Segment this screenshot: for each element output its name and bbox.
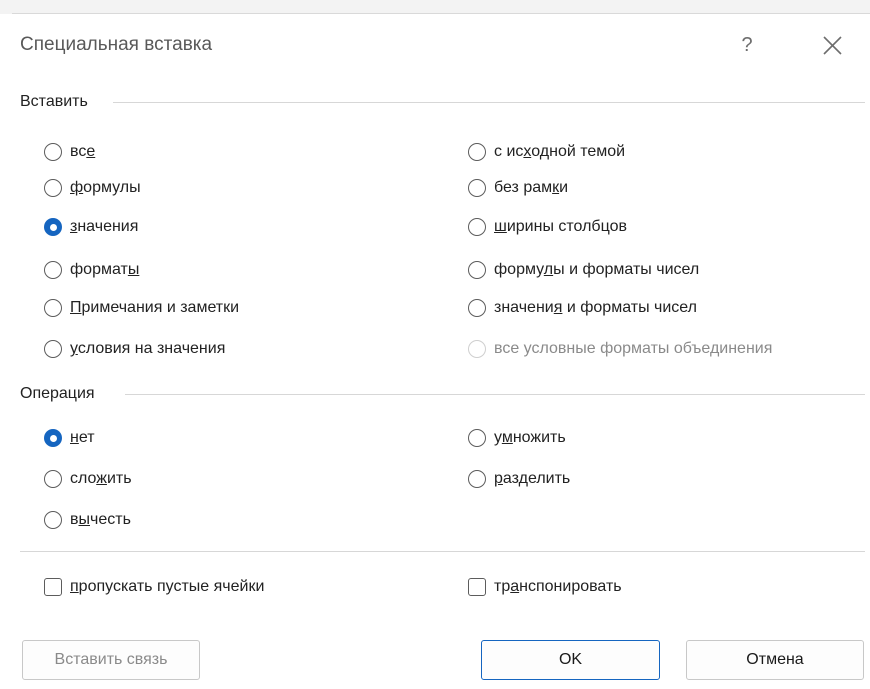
option-label: с исходной темой <box>494 143 626 160</box>
option-label: сложить <box>70 470 132 487</box>
option-label: все <box>70 143 96 160</box>
radio-button[interactable] <box>468 179 486 197</box>
operation-option-add[interactable]: сложить <box>44 467 132 491</box>
paste-option-no-borders[interactable]: без рамки <box>468 176 568 200</box>
close-button[interactable] <box>814 28 850 62</box>
radio-button[interactable] <box>44 470 62 488</box>
paste-option-merge-conditional-formats: все условные форматы объединения <box>468 337 772 361</box>
option-label: ширины столбцов <box>494 218 627 235</box>
radio-button[interactable] <box>468 299 486 317</box>
option-label: вычесть <box>70 511 131 528</box>
radio-button[interactable] <box>468 218 486 236</box>
operation-option-divide[interactable]: разделить <box>468 467 570 491</box>
dialog-title: Специальная вставка <box>20 34 213 55</box>
radio-button[interactable] <box>44 143 62 161</box>
option-label: формулы <box>70 179 141 196</box>
option-label: без рамки <box>494 179 569 196</box>
radio-button[interactable] <box>468 143 486 161</box>
paste-section-divider <box>113 102 865 103</box>
options-divider <box>20 551 865 552</box>
radio-button-selected[interactable] <box>44 218 62 236</box>
paste-option-values-number-formats[interactable]: значения и форматы чисел <box>468 296 697 320</box>
option-label: значения и форматы чисел <box>494 299 697 316</box>
close-icon <box>823 36 842 55</box>
paste-option-formulas-number-formats[interactable]: формулы и форматы чисел <box>468 258 699 282</box>
option-label: условия на значения <box>70 340 226 357</box>
radio-button[interactable] <box>44 261 62 279</box>
option-label: формулы и форматы чисел <box>494 261 700 278</box>
paste-option-values[interactable]: значения <box>44 215 138 239</box>
ok-button[interactable]: OK <box>481 640 660 680</box>
radio-button-disabled <box>468 340 486 358</box>
operation-option-none[interactable]: нет <box>44 426 95 450</box>
paste-special-dialog: Специальная вставка ? Вставить все форму… <box>0 0 870 689</box>
operation-section-label: Операция <box>20 385 95 402</box>
title-bar: Специальная вставка ? <box>12 14 870 78</box>
option-label: значения <box>70 218 139 235</box>
paste-option-comments[interactable]: Примечания и заметки <box>44 296 239 320</box>
radio-button[interactable] <box>44 299 62 317</box>
checkbox[interactable] <box>44 578 62 596</box>
option-label: пропускать пустые ячейки <box>70 578 265 595</box>
background-strip <box>0 0 870 14</box>
skip-blanks-checkbox[interactable]: пропускать пустые ячейки <box>44 575 264 599</box>
paste-option-formats[interactable]: форматы <box>44 258 139 282</box>
operation-option-multiply[interactable]: умножить <box>468 426 566 450</box>
radio-button[interactable] <box>44 340 62 358</box>
paste-option-validation[interactable]: условия на значения <box>44 337 225 361</box>
radio-button[interactable] <box>468 429 486 447</box>
paste-option-all[interactable]: все <box>44 140 95 164</box>
option-label: все условные форматы объединения <box>494 340 773 357</box>
option-label: Примечания и заметки <box>70 299 240 316</box>
paste-option-column-widths[interactable]: ширины столбцов <box>468 215 627 239</box>
paste-link-button[interactable]: Вставить связь <box>22 640 200 680</box>
radio-button-selected[interactable] <box>44 429 62 447</box>
paste-section-label: Вставить <box>20 93 88 110</box>
option-label: разделить <box>494 470 571 487</box>
operation-option-subtract[interactable]: вычесть <box>44 508 131 532</box>
option-label: форматы <box>70 261 140 278</box>
paste-option-source-theme[interactable]: с исходной темой <box>468 140 625 164</box>
transpose-checkbox[interactable]: транспонировать <box>468 575 622 599</box>
radio-button[interactable] <box>44 511 62 529</box>
operation-section-divider <box>125 394 865 395</box>
option-label: умножить <box>494 429 566 446</box>
radio-button[interactable] <box>468 261 486 279</box>
paste-option-formulas[interactable]: формулы <box>44 176 141 200</box>
option-label: нет <box>70 429 95 446</box>
radio-button[interactable] <box>468 470 486 488</box>
option-label: транспонировать <box>494 578 622 595</box>
cancel-button[interactable]: Отмена <box>686 640 864 680</box>
checkbox[interactable] <box>468 578 486 596</box>
radio-button[interactable] <box>44 179 62 197</box>
help-button[interactable]: ? <box>730 28 764 62</box>
